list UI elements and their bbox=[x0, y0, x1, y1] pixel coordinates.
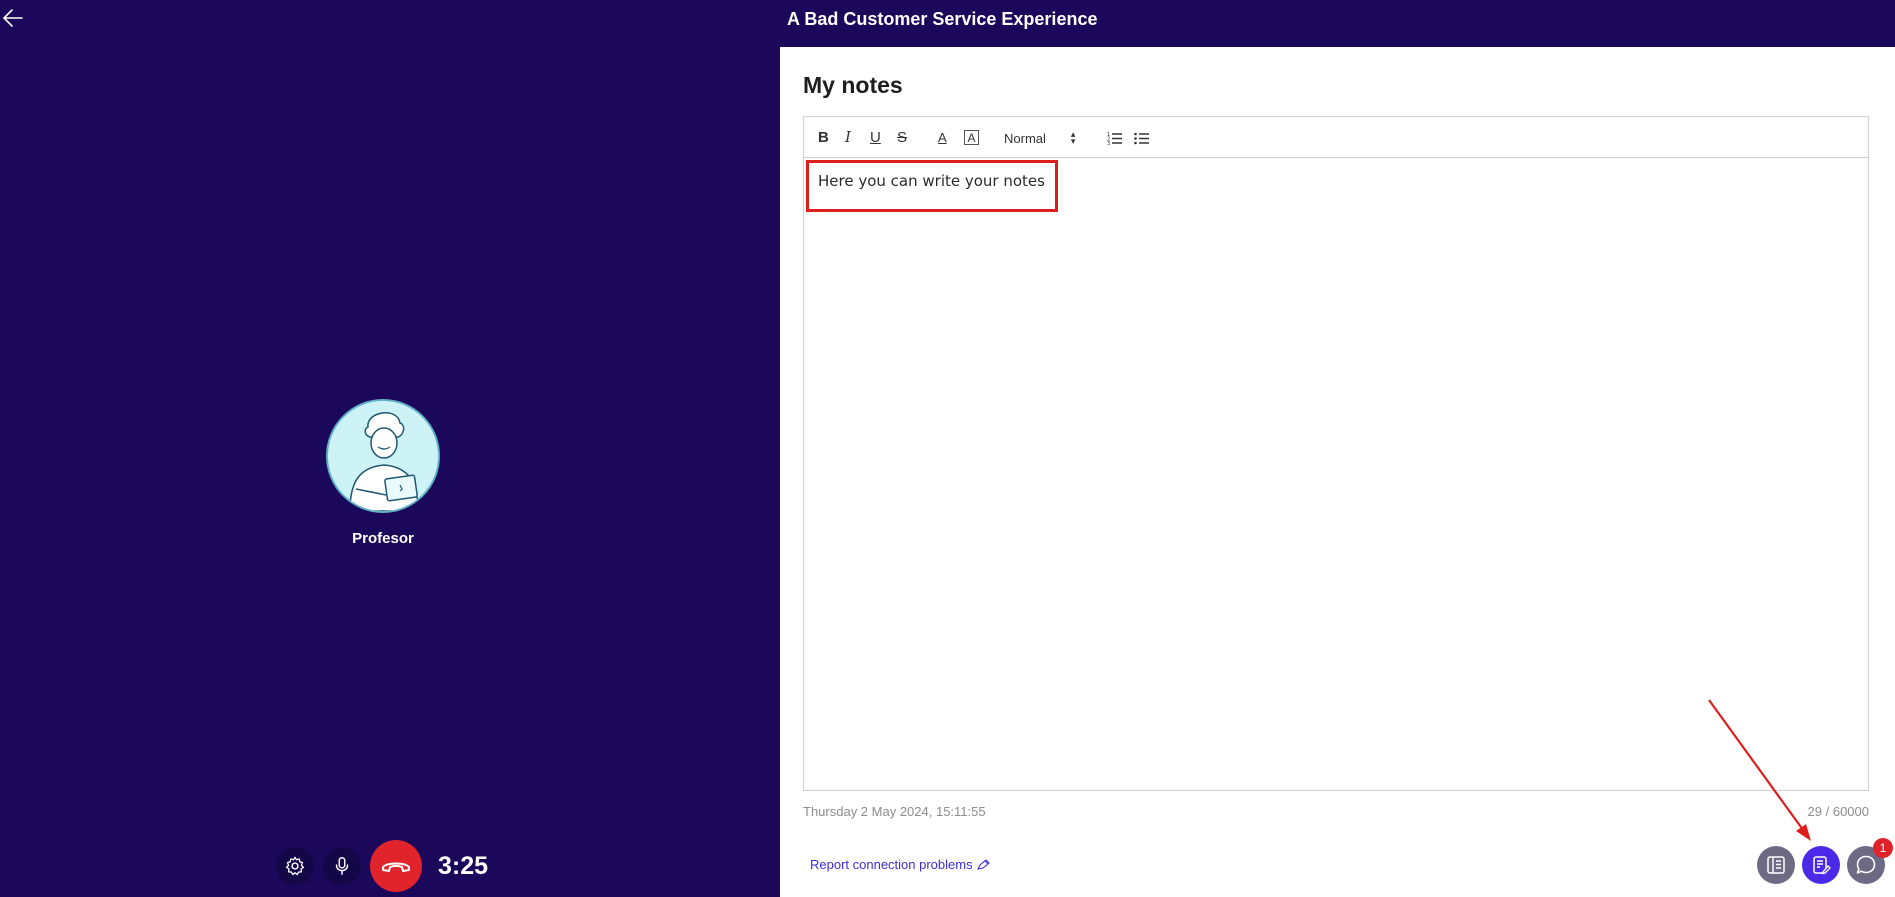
call-timer: 3:25 bbox=[438, 851, 489, 880]
avatar-illustration bbox=[328, 401, 438, 511]
participant-name: Profesor bbox=[352, 530, 414, 547]
notes-tab-button[interactable] bbox=[1802, 846, 1840, 884]
notes-icon bbox=[1813, 856, 1831, 875]
font-size-select[interactable]: Normal ▴ ▾ bbox=[1004, 129, 1075, 147]
annotation-highlight-box bbox=[806, 160, 1058, 212]
notes-heading: My notes bbox=[803, 72, 903, 98]
report-connection-link[interactable]: Report connection problems bbox=[810, 857, 990, 872]
chat-icon bbox=[1856, 855, 1876, 874]
text-color-button[interactable]: A bbox=[938, 128, 947, 146]
bullet-list-icon[interactable] bbox=[1134, 129, 1149, 147]
video-stage: Profesor 3:25 bbox=[0, 0, 780, 897]
book-icon bbox=[1767, 856, 1785, 874]
background-color-button[interactable]: A bbox=[964, 130, 979, 145]
underline-button[interactable]: U bbox=[870, 128, 881, 146]
settings-button[interactable] bbox=[276, 847, 314, 885]
hang-up-icon bbox=[382, 862, 410, 872]
chat-unread-badge: 1 bbox=[1873, 838, 1893, 858]
gear-icon bbox=[285, 856, 305, 876]
character-count: 29 / 60000 bbox=[1807, 804, 1869, 819]
notes-panel: My notes B I U S A A Normal ▴ ▾ 1 2 3 He… bbox=[780, 47, 1895, 897]
panel-tab-buttons: 1 bbox=[1750, 838, 1893, 884]
avatar bbox=[326, 399, 440, 513]
svg-text:3: 3 bbox=[1107, 141, 1110, 147]
select-arrows-icon: ▴ ▾ bbox=[1070, 129, 1076, 146]
call-controls: 3:25 bbox=[276, 840, 488, 892]
report-link-label: Report connection problems bbox=[810, 857, 973, 872]
chat-tab-button[interactable]: 1 bbox=[1847, 838, 1893, 884]
italic-button[interactable]: I bbox=[845, 128, 851, 146]
microphone-icon bbox=[335, 857, 349, 875]
notes-text-area[interactable]: Here you can write your notes bbox=[804, 158, 1868, 790]
book-tab-button[interactable] bbox=[1757, 846, 1795, 884]
notes-date: Thursday 2 May 2024, 15:11:55 bbox=[803, 804, 986, 819]
editor-toolbar: B I U S A A Normal ▴ ▾ 1 2 3 bbox=[804, 117, 1868, 158]
pencil-arrow-icon bbox=[976, 859, 990, 870]
bold-button[interactable]: B bbox=[818, 128, 829, 146]
microphone-button[interactable] bbox=[323, 847, 361, 885]
font-size-value: Normal bbox=[1004, 130, 1046, 146]
ordered-list-icon[interactable]: 1 2 3 bbox=[1107, 129, 1122, 147]
strikethrough-button[interactable]: S bbox=[897, 128, 907, 146]
notes-editor: B I U S A A Normal ▴ ▾ 1 2 3 Here you ca… bbox=[803, 116, 1869, 791]
call-title: A Bad Customer Service Experience bbox=[787, 9, 1098, 29]
hang-up-button[interactable] bbox=[370, 840, 422, 892]
